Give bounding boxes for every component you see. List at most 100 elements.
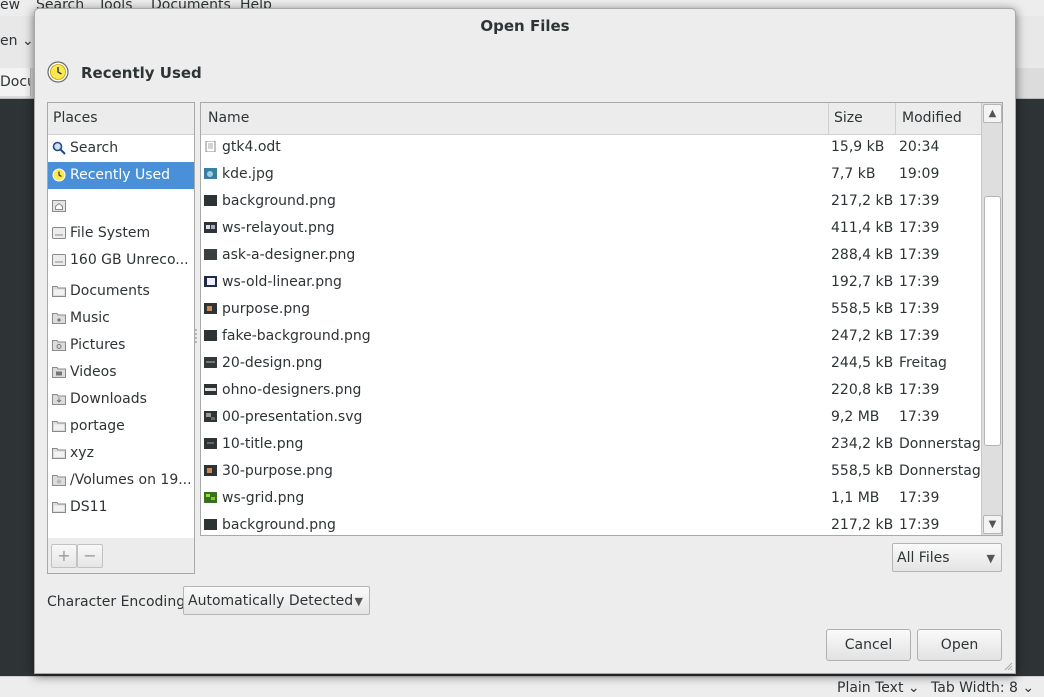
chevron-down-icon: ⌄	[907, 680, 920, 696]
clock-icon	[47, 61, 69, 83]
folder-icon	[52, 502, 66, 513]
file-name: 00-presentation.svg	[222, 409, 363, 425]
file-modified: 17:39	[899, 274, 940, 290]
file-modified: 17:39	[899, 490, 940, 506]
place-label: portage	[70, 418, 125, 434]
file-size: 244,5 kB	[831, 355, 894, 371]
place-documents[interactable]: Documents	[48, 278, 194, 305]
folder-music-icon	[52, 313, 66, 324]
pane-resize-handle[interactable]	[194, 327, 198, 351]
place-downloads[interactable]: Downloads	[48, 386, 194, 413]
scroll-down-arrow-icon[interactable]: ▼	[983, 515, 1002, 534]
places-header: Places	[48, 103, 194, 135]
chevron-down-icon: ⌄	[21, 33, 34, 49]
place-label: Music	[70, 310, 110, 326]
place-portage[interactable]: portage	[48, 413, 194, 440]
file-name: ws-relayout.png	[222, 220, 335, 236]
open-files-dialog: Open Files Recently Used Places Search R…	[34, 8, 1016, 674]
file-row[interactable]: 00-presentation.svg 9,2 MB 17:39	[201, 404, 981, 431]
add-bookmark-button[interactable]: +	[51, 544, 77, 568]
scroll-up-arrow-icon[interactable]: ▲	[983, 104, 1002, 123]
dialog-title: Open Files	[480, 17, 570, 35]
file-size: 15,9 kB	[831, 139, 885, 155]
place-label: Recently Used	[70, 167, 171, 183]
file-row[interactable]: 20-design.png 244,5 kB Freitag	[201, 350, 981, 377]
drive-icon	[52, 227, 66, 239]
file-size: 1,1 MB	[831, 490, 880, 506]
file-size: 217,2 kB	[831, 193, 894, 209]
tab-width-selector[interactable]: Tab Width: 8 ⌄	[931, 680, 1034, 696]
file-modified: 17:39	[899, 301, 940, 317]
file-row[interactable]: 30-purpose.png 558,5 kB Donnerstag	[201, 458, 981, 485]
file-row[interactable]: ws-grid.png 1,1 MB 17:39	[201, 485, 981, 512]
encoding-select[interactable]: Automatically Detected ▼	[183, 586, 370, 615]
place-unrecognized-drive[interactable]: 160 GB Unreco...	[48, 247, 194, 274]
file-row[interactable]: ask-a-designer.png 288,4 kB 17:39	[201, 242, 981, 269]
file-row[interactable]: gtk4.odt 15,9 kB 20:34	[201, 134, 981, 161]
file-name: kde.jpg	[222, 166, 274, 182]
file-row[interactable]: 10-title.png 234,2 kB Donnerstag	[201, 431, 981, 458]
menu-view[interactable]: ew	[0, 0, 20, 13]
image-thumb-icon	[204, 168, 217, 179]
file-row[interactable]: background.png 217,2 kB 17:39	[201, 512, 981, 535]
place-xyz[interactable]: xyz	[48, 440, 194, 467]
file-row[interactable]: ws-relayout.png 411,4 kB 17:39	[201, 215, 981, 242]
column-size-header[interactable]: Size	[827, 103, 896, 134]
scrollbar-thumb[interactable]	[984, 196, 1001, 446]
place-volumes[interactable]: /Volumes on 19...	[48, 467, 194, 494]
file-modified: Donnerstag	[899, 463, 981, 479]
place-ds11[interactable]: DS11	[48, 494, 194, 521]
image-thumb-icon	[204, 519, 217, 530]
file-size: 7,7 kB	[831, 166, 876, 182]
image-thumb-icon	[204, 411, 217, 422]
folder-icon	[52, 448, 66, 459]
background-document-tab[interactable]: Docu	[0, 68, 31, 96]
image-thumb-icon	[204, 384, 217, 395]
places-button-bar: + −	[47, 538, 195, 574]
place-pictures[interactable]: Pictures	[48, 332, 194, 359]
file-size: 247,2 kB	[831, 328, 894, 344]
file-modified: 17:39	[899, 247, 940, 263]
chevron-down-icon: ▼	[986, 552, 995, 565]
place-file-system[interactable]: File System	[48, 220, 194, 247]
cancel-button[interactable]: Cancel	[826, 629, 911, 661]
chevron-down-icon: ▼	[354, 595, 363, 608]
image-thumb-icon	[204, 195, 217, 206]
folder-icon	[52, 421, 66, 432]
chevron-down-icon: ⌄	[1022, 680, 1035, 696]
file-row[interactable]: purpose.png 558,5 kB 17:39	[201, 296, 981, 323]
column-name-header[interactable]: Name	[201, 103, 829, 134]
place-home[interactable]	[48, 193, 194, 220]
image-thumb-icon	[204, 222, 217, 233]
place-recently-used[interactable]: Recently Used	[48, 162, 194, 189]
search-icon	[52, 141, 66, 155]
place-label: /Volumes on 19...	[70, 472, 192, 488]
background-open-button[interactable]: en ⌄	[0, 33, 34, 49]
place-music[interactable]: Music	[48, 305, 194, 332]
file-row[interactable]: background.png 217,2 kB 17:39	[201, 188, 981, 215]
file-size: 558,5 kB	[831, 301, 894, 317]
place-videos[interactable]: Videos	[48, 359, 194, 386]
folder-downloads-icon	[52, 394, 66, 405]
remove-bookmark-button[interactable]: −	[77, 544, 103, 568]
place-label: xyz	[70, 445, 94, 461]
file-modified: 20:34	[899, 139, 940, 155]
place-search[interactable]: Search	[48, 135, 194, 162]
file-row[interactable]: ws-old-linear.png 192,7 kB 17:39	[201, 269, 981, 296]
background-statusbar: Plain Text ⌄ Tab Width: 8 ⌄	[0, 676, 1044, 697]
file-filter-value: All Files	[897, 550, 950, 566]
file-row[interactable]: fake-background.png 247,2 kB 17:39	[201, 323, 981, 350]
file-modified: 17:39	[899, 193, 940, 209]
file-filter-select[interactable]: All Files ▼	[892, 543, 1002, 572]
folder-videos-icon	[52, 367, 66, 378]
file-name: ws-old-linear.png	[222, 274, 342, 290]
file-row[interactable]: kde.jpg 7,7 kB 19:09	[201, 161, 981, 188]
resize-grip-icon[interactable]	[1003, 661, 1013, 671]
open-button[interactable]: Open	[917, 629, 1002, 661]
place-label: 160 GB Unreco...	[70, 252, 189, 268]
file-list-scrollbar[interactable]: ▲ ▼	[981, 103, 1002, 535]
language-selector[interactable]: Plain Text ⌄	[837, 680, 920, 696]
file-modified: Donnerstag	[899, 436, 981, 452]
column-modified-header[interactable]: Modified	[895, 103, 982, 134]
file-row[interactable]: ohno-designers.png 220,8 kB 17:39	[201, 377, 981, 404]
